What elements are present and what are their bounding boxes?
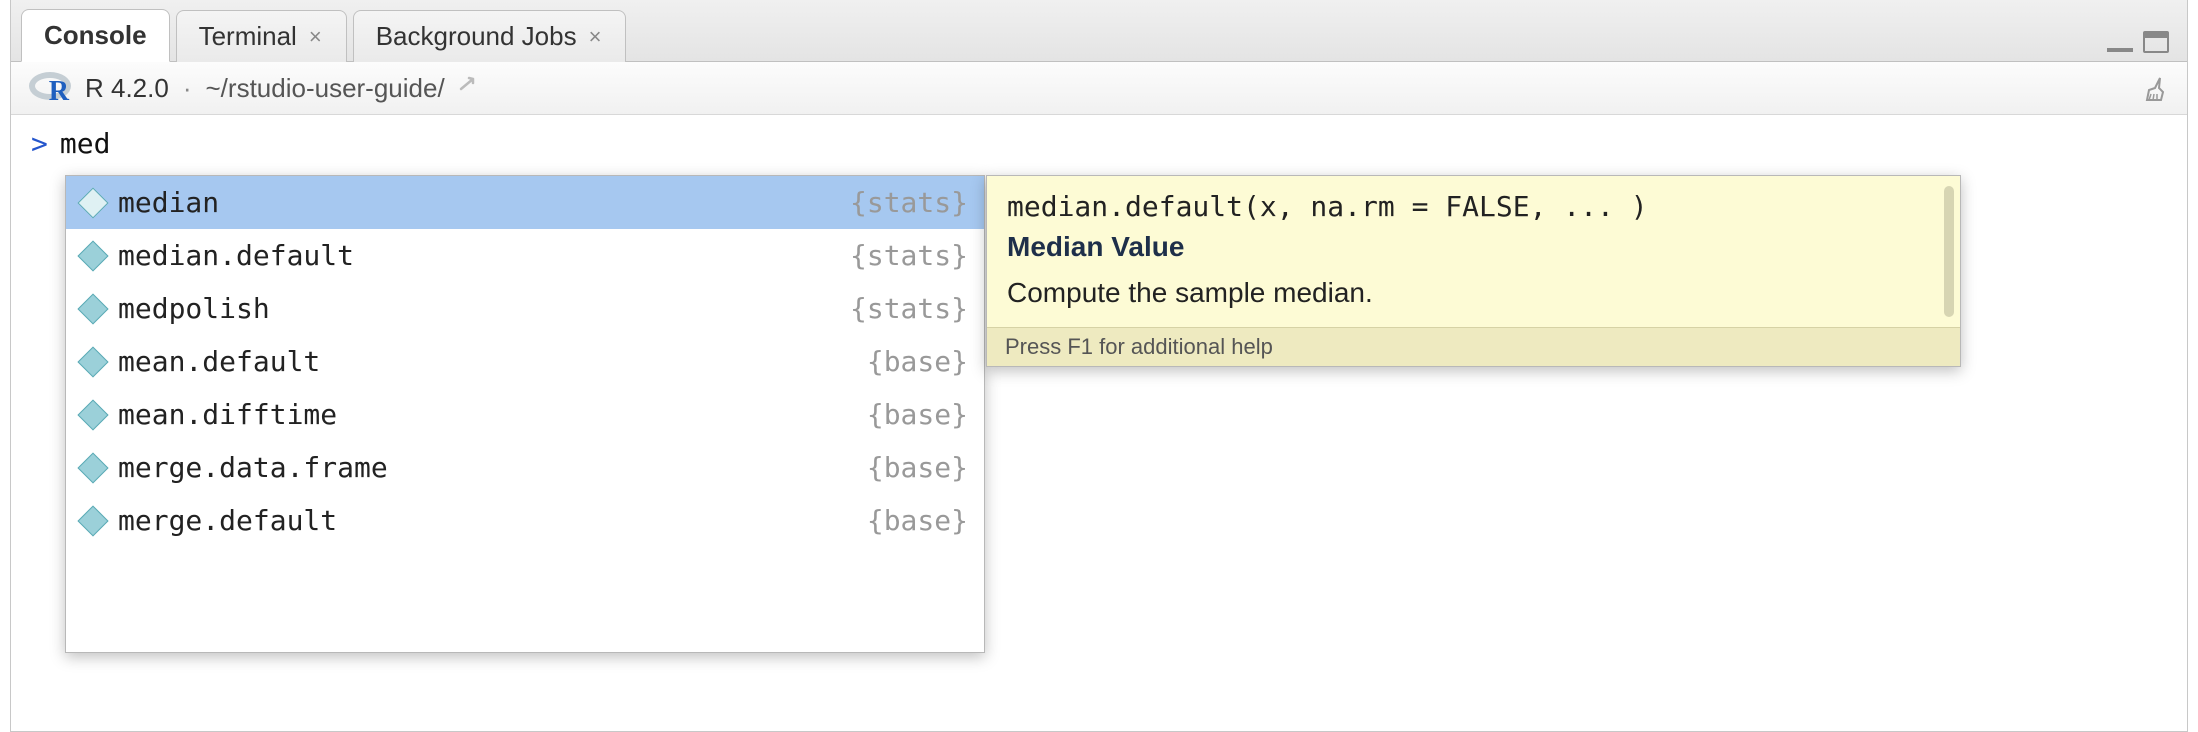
prompt-symbol: > [31, 127, 48, 160]
autocomplete-popup: median{stats}median.default{stats}medpol… [65, 175, 985, 653]
autocomplete-item-package: {base} [867, 504, 968, 537]
r-version: R 4.2.0 [85, 73, 169, 104]
working-directory[interactable]: ~/rstudio-user-guide/ [206, 73, 445, 104]
info-bar: R R 4.2.0 · ~/rstudio-user-guide/ [11, 62, 2187, 115]
autocomplete-item-name: medpolish [118, 292, 270, 325]
function-icon [77, 240, 108, 271]
function-icon [77, 399, 108, 430]
help-title: Median Value [1007, 231, 1940, 263]
autocomplete-item-package: {base} [867, 451, 968, 484]
tab-bar: Console Terminal × Background Jobs × [11, 0, 2187, 62]
help-body: median.default(x, na.rm = FALSE, ... ) M… [987, 176, 1960, 327]
autocomplete-item-package: {base} [867, 345, 968, 378]
r-logo-icon: R [29, 72, 71, 104]
console-pane: Console Terminal × Background Jobs × R R… [10, 0, 2188, 732]
autocomplete-item-package: {stats} [850, 239, 968, 272]
tab-background-jobs[interactable]: Background Jobs × [353, 10, 627, 62]
help-description: Compute the sample median. [1007, 277, 1940, 309]
go-to-directory-icon[interactable] [459, 75, 483, 101]
tab-terminal[interactable]: Terminal × [176, 10, 347, 62]
function-icon [77, 293, 108, 324]
close-icon[interactable]: × [307, 24, 324, 50]
tab-label: Background Jobs [376, 21, 577, 52]
help-footer: Press F1 for additional help [987, 327, 1960, 366]
autocomplete-list[interactable]: median{stats}median.default{stats}medpol… [66, 176, 984, 652]
autocomplete-item[interactable]: merge.data.frame {base} [66, 441, 984, 494]
autocomplete-item[interactable]: median.default {stats} [66, 229, 984, 282]
function-icon [77, 187, 108, 218]
autocomplete-item-name: mean.difftime [118, 398, 337, 431]
toolbar-right [2141, 74, 2169, 102]
autocomplete-item-package: {stats} [850, 186, 968, 219]
tab-label: Terminal [199, 21, 297, 52]
autocomplete-item-name: merge.default [118, 504, 337, 537]
autocomplete-item-name: merge.data.frame [118, 451, 388, 484]
console-input[interactable]: med [60, 127, 111, 160]
maximize-icon[interactable] [2143, 31, 2169, 53]
tab-console[interactable]: Console [21, 9, 170, 62]
close-icon[interactable]: × [587, 24, 604, 50]
autocomplete-item-package: {base} [867, 398, 968, 431]
autocomplete-item[interactable]: merge.default {base} [66, 494, 984, 547]
help-popup: median.default(x, na.rm = FALSE, ... ) M… [986, 175, 1961, 367]
autocomplete-item[interactable]: mean.difftime {base} [66, 388, 984, 441]
function-icon [77, 452, 108, 483]
clear-console-icon[interactable] [2141, 74, 2169, 102]
autocomplete-item[interactable]: medpolish {stats} [66, 282, 984, 335]
tab-label: Console [44, 20, 147, 51]
function-icon [77, 505, 108, 536]
separator: · [183, 73, 192, 104]
autocomplete-item-name: median [118, 186, 219, 219]
autocomplete-item[interactable]: mean.default {base} [66, 335, 984, 388]
function-icon [77, 346, 108, 377]
help-signature: median.default(x, na.rm = FALSE, ... ) [1007, 190, 1940, 223]
autocomplete-item-name: median.default [118, 239, 354, 272]
autocomplete-item[interactable]: median {stats} [66, 176, 984, 229]
window-controls [2107, 31, 2177, 61]
prompt-line: > med [11, 115, 2187, 172]
autocomplete-item-name: mean.default [118, 345, 320, 378]
autocomplete-item-package: {stats} [850, 292, 968, 325]
minimize-icon[interactable] [2107, 48, 2133, 52]
console-body[interactable]: > med median {stats} median.default {stats}… [11, 115, 2187, 731]
